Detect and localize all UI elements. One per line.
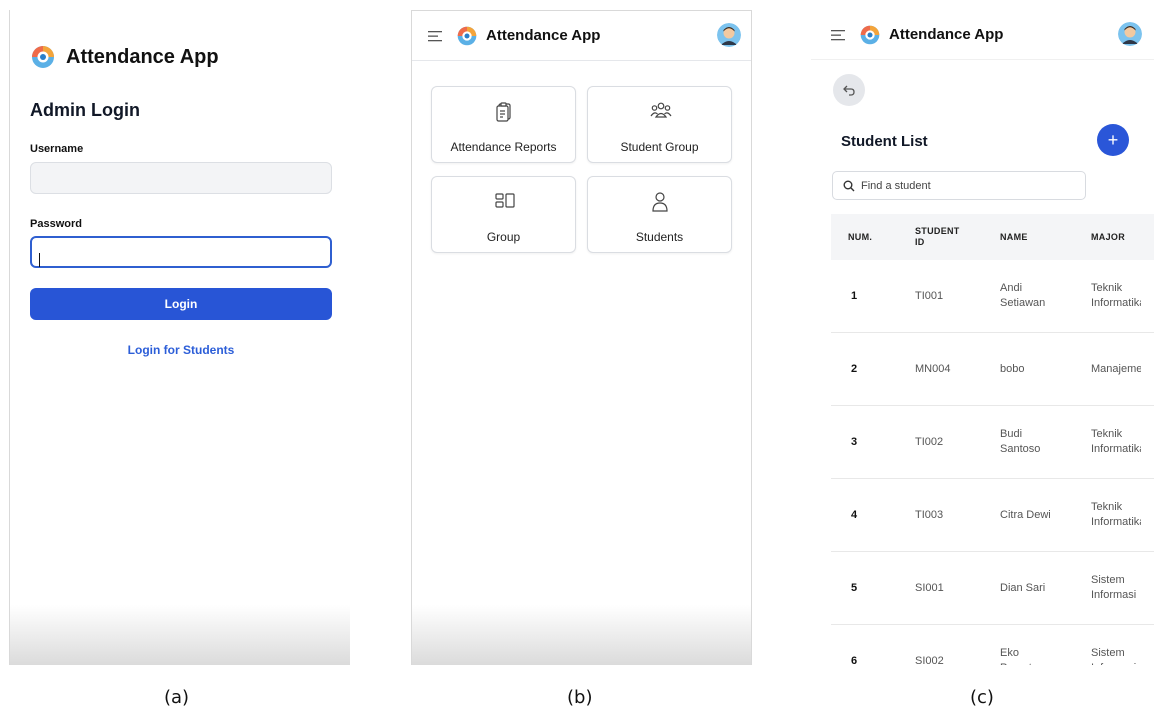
card-label: Group xyxy=(486,230,521,244)
cell-name: Budi Santoso xyxy=(1000,428,1041,455)
col-student-id: STUDENT ID xyxy=(915,226,960,247)
users-group-icon xyxy=(650,102,672,118)
password-input[interactable] xyxy=(30,236,332,268)
cell-name: Dian Sari xyxy=(1000,582,1046,594)
table-row[interactable]: 3 TI002 Budi Santoso Teknik Informatika xyxy=(831,406,1154,479)
search-input[interactable]: Find a student xyxy=(832,171,1086,200)
cell-major: Teknik Informatika xyxy=(1091,282,1141,309)
cell-name: bobo xyxy=(1000,363,1025,375)
cell-name: Eko Prasetyo xyxy=(1000,647,1043,665)
table-header: NUM. STUDENT ID NAME MAJOR xyxy=(831,214,1154,260)
username-input[interactable] xyxy=(30,162,332,194)
page-title: Student List xyxy=(841,133,928,150)
back-arrow-icon xyxy=(843,85,855,96)
table-row[interactable]: 4 TI003 Citra Dewi Teknik Informatika xyxy=(831,479,1154,552)
username-label: Username xyxy=(30,143,84,155)
cell-major: Sistem Informasi xyxy=(1091,647,1136,665)
cell-name: Citra Dewi xyxy=(1000,509,1051,521)
cell-num: 3 xyxy=(851,436,858,448)
student-login-link[interactable]: Login for Students xyxy=(30,343,332,357)
avatar[interactable] xyxy=(1118,22,1142,46)
cell-num: 6 xyxy=(851,655,858,665)
text-caret xyxy=(39,253,40,267)
cell-student-id: TI001 xyxy=(915,290,944,302)
col-major: MAJOR xyxy=(1091,232,1126,242)
cell-major: Sistem Informasi xyxy=(1091,574,1137,601)
app-logo-icon xyxy=(860,25,880,44)
group-card[interactable]: Group xyxy=(431,176,576,253)
student-list-screen: Attendance App Student List + Find a stu… xyxy=(811,10,1154,665)
col-name: NAME xyxy=(1000,232,1028,242)
search-icon xyxy=(843,180,855,191)
app-title: Attendance App xyxy=(486,27,601,44)
table-row[interactable]: 2 MN004 bobo Manajemen xyxy=(831,333,1154,406)
table-row[interactable]: 6 SI002 Eko Prasetyo Sistem Informasi xyxy=(831,625,1154,665)
admin-login-screen: Attendance App Admin Login Username Pass… xyxy=(9,10,350,665)
bottom-fade xyxy=(10,605,350,665)
card-label: Student Group xyxy=(620,140,699,154)
col-num: NUM. xyxy=(848,232,873,242)
top-bar: Attendance App xyxy=(412,11,751,61)
cell-num: 4 xyxy=(851,509,858,521)
cell-student-id: SI001 xyxy=(915,582,944,594)
table-row[interactable]: 5 SI001 Dian Sari Sistem Informasi xyxy=(831,552,1154,625)
cell-num: 1 xyxy=(851,290,858,302)
student-group-card[interactable]: Student Group xyxy=(587,86,732,163)
add-student-button[interactable]: + xyxy=(1097,124,1129,156)
cell-num: 2 xyxy=(851,363,858,375)
cell-student-id: TI003 xyxy=(915,509,944,521)
menu-icon[interactable] xyxy=(428,30,442,42)
menu-icon[interactable] xyxy=(831,29,845,41)
cell-major: Manajemen xyxy=(1091,363,1141,375)
top-bar: Attendance App xyxy=(811,10,1154,60)
app-logo-icon xyxy=(32,46,54,68)
card-label: Students xyxy=(635,230,684,244)
app-title: Attendance App xyxy=(889,26,1004,43)
attendance-reports-card[interactable]: Attendance Reports xyxy=(431,86,576,163)
cell-student-id: TI002 xyxy=(915,436,944,448)
card-label: Attendance Reports xyxy=(450,140,557,154)
students-card[interactable]: Students xyxy=(587,176,732,253)
cell-student-id: MN004 xyxy=(915,363,951,375)
admin-dashboard-screen: Attendance App Attendance Reports Studen… xyxy=(411,10,752,665)
caption-c: (c) xyxy=(970,687,994,708)
bottom-fade xyxy=(412,605,751,665)
app-logo-icon xyxy=(457,26,477,45)
cell-student-id: SI002 xyxy=(915,655,944,665)
login-button[interactable]: Login xyxy=(30,288,332,320)
app-brand: Attendance App xyxy=(30,44,219,70)
user-icon xyxy=(652,192,668,212)
layout-group-icon xyxy=(495,193,515,208)
caption-a: (a) xyxy=(164,687,190,708)
password-label: Password xyxy=(30,218,82,230)
app-title: Attendance App xyxy=(66,45,219,68)
cell-num: 5 xyxy=(851,582,858,594)
back-button[interactable] xyxy=(833,74,865,106)
clipboard-icon xyxy=(496,102,511,122)
avatar[interactable] xyxy=(717,23,741,47)
cell-major: Teknik Informatika xyxy=(1091,501,1141,528)
cell-major: Teknik Informatika xyxy=(1091,428,1141,455)
table-row[interactable]: 1 TI001 Andi Setiawan Teknik Informatika xyxy=(831,260,1154,333)
search-placeholder: Find a student xyxy=(861,179,931,192)
caption-b: (b) xyxy=(567,687,593,708)
page-title: Admin Login xyxy=(30,100,140,120)
cell-name: Andi Setiawan xyxy=(1000,282,1046,309)
